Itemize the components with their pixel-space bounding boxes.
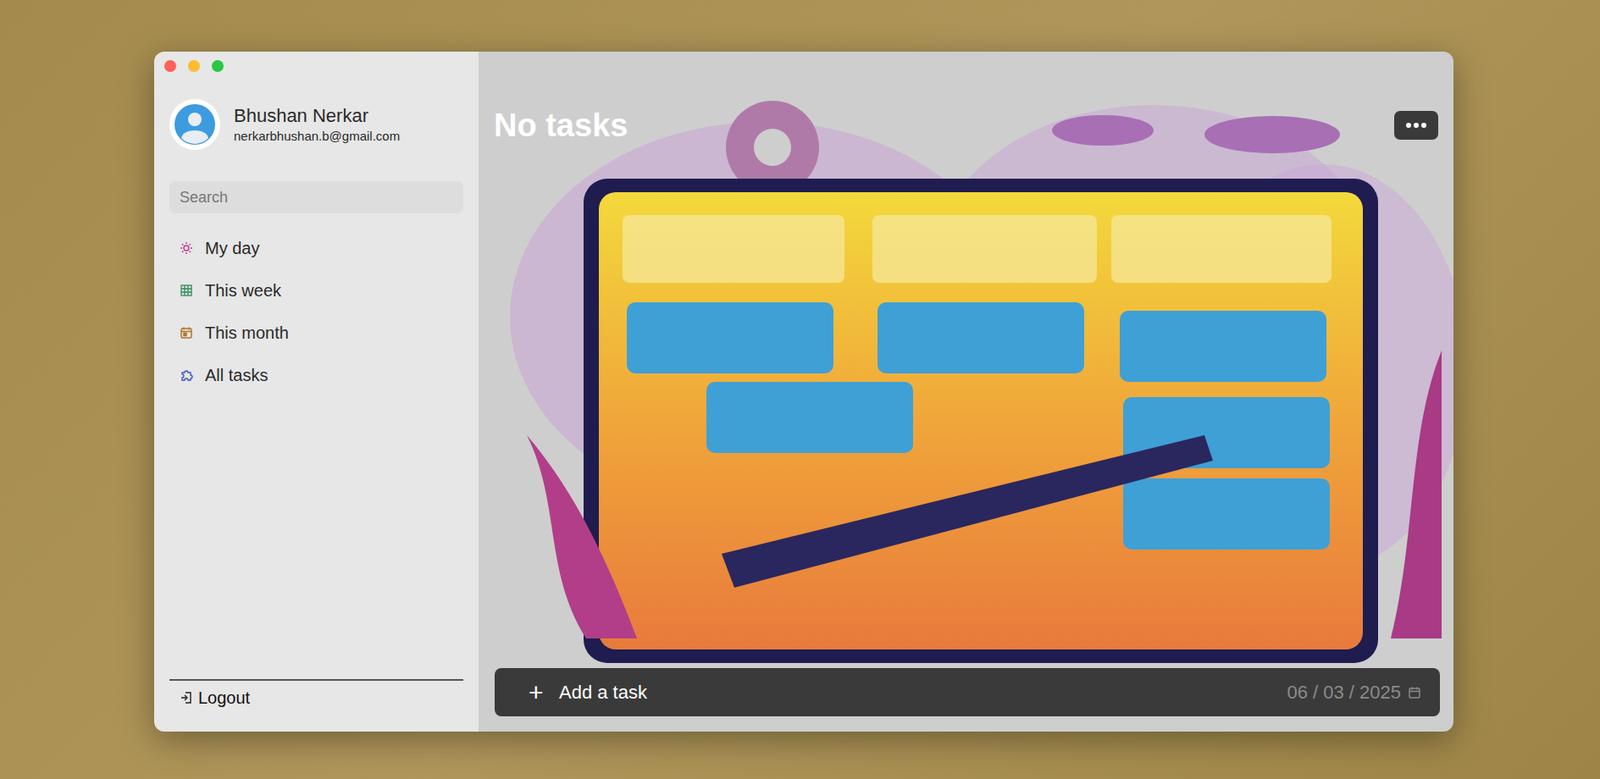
sidebar-item-label: This month xyxy=(204,320,289,346)
sidebar-nav: My day This week This month All tasks xyxy=(169,226,464,397)
sidebar-item-label: This week xyxy=(204,277,282,304)
app-window: Bhushan Nerkar nerkarbhushan.b@gmail.com… xyxy=(154,51,1454,732)
calendar-icon xyxy=(1407,686,1422,700)
window-controls xyxy=(164,51,464,72)
main-panel: No tasks + Add a task 06 / 03 / 2025 xyxy=(478,51,1454,732)
kanban-illustration xyxy=(509,96,1454,681)
avatar-icon[interactable] xyxy=(169,99,221,150)
more-icon xyxy=(1405,121,1428,129)
sidebar-item[interactable]: This month xyxy=(169,311,464,355)
logout-area: Logout xyxy=(169,679,464,732)
sidebar-item-label: My day xyxy=(204,235,260,261)
add-task-label: Add a task xyxy=(559,678,648,707)
add-icon: + xyxy=(528,680,554,706)
add-task-bar[interactable]: + Add a task 06 / 03 / 2025 xyxy=(494,668,1440,717)
sun-icon xyxy=(179,241,194,255)
user-email: nerkarbhushan.b@gmail.com xyxy=(233,127,400,145)
zoom-button[interactable] xyxy=(211,60,224,72)
sidebar-item[interactable]: This week xyxy=(169,269,464,312)
minimize-button[interactable] xyxy=(188,60,200,72)
logout-label: Logout xyxy=(198,685,250,711)
user-name: Bhushan Nerkar xyxy=(233,104,400,128)
search-field[interactable] xyxy=(169,181,464,214)
date-field[interactable]: 06 / 03 / 2025 xyxy=(1286,678,1422,707)
sidebar: Bhushan Nerkar nerkarbhushan.b@gmail.com… xyxy=(154,51,479,732)
sidebar-item-label: All tasks xyxy=(204,362,268,388)
header: No tasks xyxy=(478,51,1454,145)
grid-icon xyxy=(179,283,194,298)
sidebar-item[interactable]: My day xyxy=(169,226,464,270)
logout-icon xyxy=(179,691,194,705)
logout-button[interactable]: Logout xyxy=(169,687,464,709)
profile: Bhushan Nerkar nerkarbhushan.b@gmail.com xyxy=(169,99,464,150)
date-value: 06 / 03 / 2025 xyxy=(1286,678,1401,707)
page-heading: No tasks xyxy=(493,105,628,145)
calendar-icon xyxy=(179,326,194,340)
more-button[interactable] xyxy=(1394,110,1439,140)
close-button[interactable] xyxy=(164,60,177,72)
sidebar-item[interactable]: All tasks xyxy=(169,354,464,397)
puzzle-icon xyxy=(179,368,194,383)
